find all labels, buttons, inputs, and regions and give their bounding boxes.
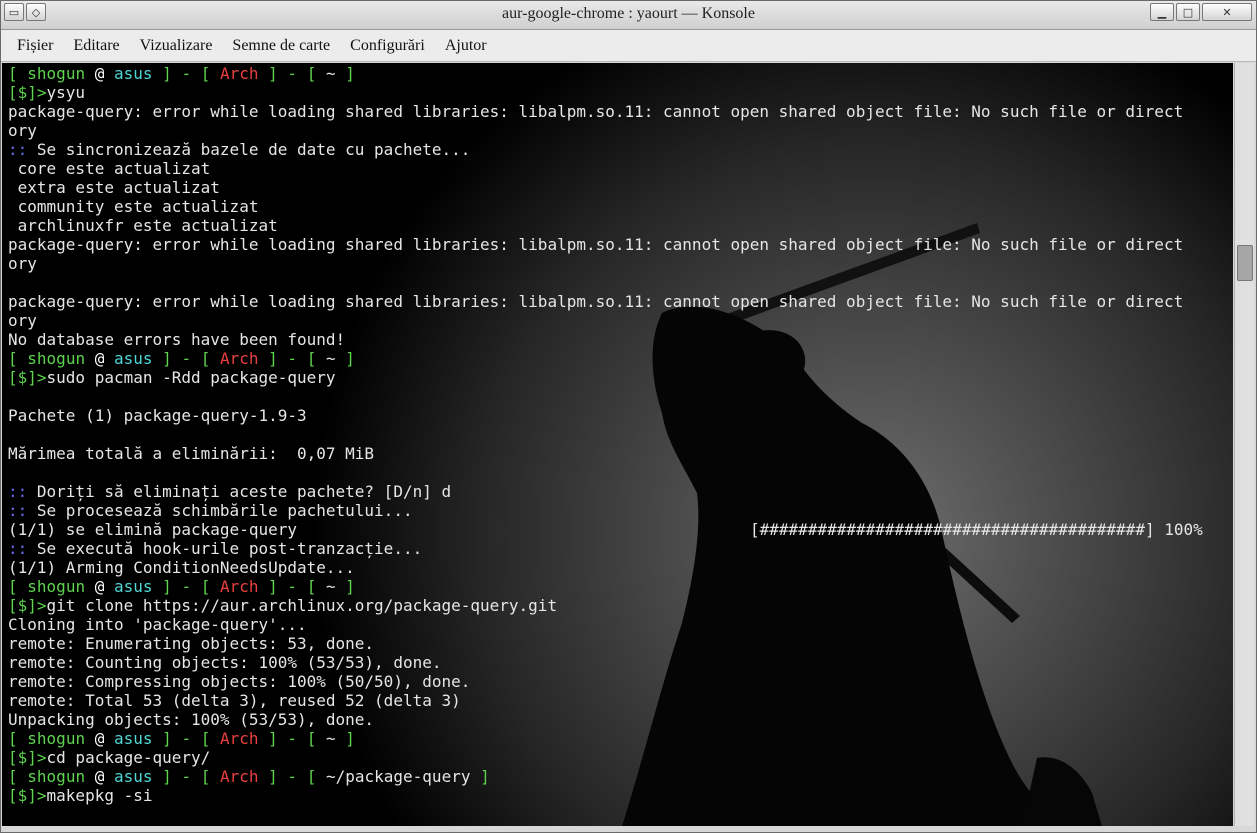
output-line: ory [8,121,37,140]
terminal-area[interactable]: [ shogun @ asus ] - [ Arch ] - [ ~ ] [$]>… [2,63,1233,826]
output-line: Cloning into 'package-query'... [8,615,307,634]
removal-progress-bar: [#######################################… [750,520,1203,539]
prompt-line: [ shogun @ asus ] - [ Arch ] - [ ~ ] [8,577,355,596]
window-title: aur-google-chrome : yaourt — Konsole [502,5,755,22]
menu-item-edit[interactable]: Editare [63,33,129,59]
output-line: :: Se execută hook-urile post-tranzacție… [8,539,423,558]
menu-item-settings[interactable]: Configurări [340,33,435,59]
output-line: remote: Total 53 (delta 3), reused 52 (d… [8,691,461,710]
output-line: archlinuxfr este actualizat [8,216,278,235]
menu-item-help[interactable]: Ajutor [435,33,497,59]
scrollbar-thumb[interactable] [1237,245,1253,281]
output-line: ory [8,311,37,330]
output-line: Mărimea totală a eliminării: 0,07 MiB [8,444,375,463]
output-line: :: Se procesează schimbările pachetului.… [8,501,413,520]
output-line: ory [8,254,37,273]
output-line: package-query: error while loading share… [8,292,1184,311]
command-line: [$]>cd package-query/ [8,748,211,767]
vertical-scrollbar[interactable] [1234,63,1254,826]
konsole-window: ▭ ◇ aur-google-chrome : yaourt — Konsole… [0,0,1257,833]
menu-item-file[interactable]: Fișier [7,33,63,59]
prompt-line: [ shogun @ asus ] - [ Arch ] - [ ~/packa… [8,767,490,786]
close-icon[interactable]: ✕ [1202,3,1252,21]
output-line: :: Se sincronizează bazele de date cu pa… [8,140,471,159]
output-line: Pachete (1) package-query-1.9-3 [8,406,307,425]
title-bar[interactable]: ▭ ◇ aur-google-chrome : yaourt — Konsole… [1,1,1256,30]
output-line: No database errors have been found! [8,330,346,349]
menu-bar: Fișier Editare Vizualizare Semne de cart… [1,30,1256,62]
menu-item-bookmarks[interactable]: Semne de carte [222,33,340,59]
terminal-output: [ shogun @ asus ] - [ Arch ] - [ ~ ] [$]>… [8,64,1183,805]
menu-item-view[interactable]: Vizualizare [130,33,223,59]
output-line: core este actualizat [8,159,211,178]
output-line: remote: Counting objects: 100% (53/53), … [8,653,442,672]
output-line: remote: Compressing objects: 100% (50/50… [8,672,471,691]
output-line: community este actualizat [8,197,259,216]
maximize-icon[interactable]: □ [1176,3,1200,21]
command-line: [$]>ysyu [8,83,86,102]
prompt-line: [ shogun @ asus ] - [ Arch ] - [ ~ ] [8,729,355,748]
output-line: Unpacking objects: 100% (53/53), done. [8,710,375,729]
minimize-icon[interactable]: ▁ [1150,3,1174,21]
command-line: [$]>makepkg -si [8,786,153,805]
command-line: [$]>sudo pacman -Rdd package-query [8,368,336,387]
prompt-line: [ shogun @ asus ] - [ Arch ] - [ ~ ] [8,64,355,83]
output-line: (1/1) Arming ConditionNeedsUpdate... [8,558,355,577]
title-bar-right-buttons: ▁ □ ✕ [1150,3,1252,21]
command-line: [$]>git clone https://aur.archlinux.org/… [8,596,558,615]
output-line: extra este actualizat [8,178,220,197]
prompt-line: [ shogun @ asus ] - [ Arch ] - [ ~ ] [8,349,355,368]
output-line: :: Doriți să eliminați aceste pachete? [… [8,482,452,501]
output-line: package-query: error while loading share… [8,102,1184,121]
output-line: remote: Enumerating objects: 53, done. [8,634,375,653]
output-line: package-query: error while loading share… [8,235,1184,254]
